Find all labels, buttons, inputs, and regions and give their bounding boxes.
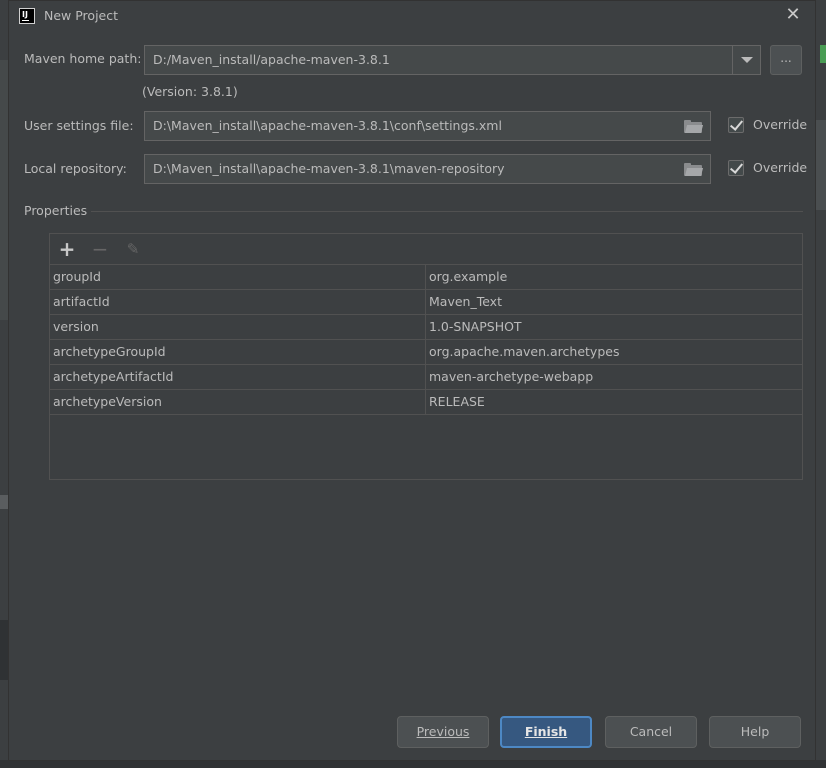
- remove-icon[interactable]: −: [90, 239, 110, 259]
- close-icon[interactable]: ✕: [785, 6, 801, 24]
- dialog-titlebar: IJ New Project ✕: [9, 1, 815, 31]
- maven-home-combobox[interactable]: D:/Maven_install/apache-maven-3.8.1: [144, 45, 761, 75]
- table-row[interactable]: artifactId Maven_Text: [50, 290, 802, 315]
- local-repository-value: D:\Maven_install\apache-maven-3.8.1\mave…: [153, 161, 505, 176]
- background-ide-panel: [816, 120, 826, 210]
- intellij-app-icon: IJ: [19, 8, 35, 24]
- table-row[interactable]: archetypeVersion RELEASE: [50, 390, 802, 415]
- folder-icon[interactable]: [684, 120, 704, 133]
- property-key[interactable]: artifactId: [50, 290, 426, 314]
- table-row[interactable]: groupId org.example: [50, 265, 802, 290]
- property-key[interactable]: archetypeArtifactId: [50, 365, 426, 389]
- maven-home-label-text: Maven home path:: [24, 51, 142, 66]
- app-icon-text: IJ: [22, 10, 28, 19]
- user-settings-override-label: Override: [753, 117, 808, 132]
- user-settings-value: D:\Maven_install\apache-maven-3.8.1\conf…: [153, 118, 502, 133]
- property-value[interactable]: 1.0-SNAPSHOT: [426, 315, 802, 339]
- maven-home-browse-button[interactable]: ...: [770, 45, 802, 75]
- maven-home-label: Maven home path:: [24, 51, 141, 66]
- background-ide-panel: [0, 495, 8, 509]
- property-key[interactable]: archetypeVersion: [50, 390, 426, 414]
- maven-home-value: D:/Maven_install/apache-maven-3.8.1: [153, 52, 390, 67]
- folder-icon[interactable]: [684, 163, 704, 176]
- property-key[interactable]: groupId: [50, 265, 426, 289]
- property-key[interactable]: version: [50, 315, 426, 339]
- maven-version-note: (Version: 3.8.1): [142, 84, 238, 99]
- property-value[interactable]: org.apache.maven.archetypes: [426, 340, 802, 364]
- properties-separator: [91, 211, 803, 212]
- table-row[interactable]: archetypeArtifactId maven-archetype-weba…: [50, 365, 802, 390]
- property-value[interactable]: org.example: [426, 265, 802, 289]
- previous-label: Previous: [416, 724, 470, 739]
- previous-button[interactable]: Previous: [397, 716, 489, 748]
- property-value[interactable]: Maven_Text: [426, 290, 802, 314]
- app-icon-bar: [22, 20, 29, 21]
- finish-button[interactable]: Finish: [500, 716, 592, 748]
- properties-toolbar: + − ✎: [50, 234, 802, 265]
- background-run-indicator: [820, 45, 826, 63]
- property-value[interactable]: RELEASE: [426, 390, 802, 414]
- help-button[interactable]: Help: [709, 716, 801, 748]
- chevron-down-icon[interactable]: [732, 46, 760, 74]
- finish-label: Finish: [524, 724, 568, 739]
- add-icon[interactable]: +: [57, 239, 77, 259]
- new-project-dialog: IJ New Project ✕ Maven home path: D:/Mav…: [8, 0, 816, 761]
- background-ide-panel: [0, 60, 8, 320]
- background-ide-panel: [0, 620, 8, 680]
- background-ide-right-edge: [816, 0, 826, 768]
- table-row[interactable]: archetypeGroupId org.apache.maven.archet…: [50, 340, 802, 365]
- dialog-title: New Project: [44, 8, 119, 23]
- property-key[interactable]: archetypeGroupId: [50, 340, 426, 364]
- local-repository-override-label: Override: [753, 160, 808, 175]
- local-repository-label: Local repository:: [24, 161, 127, 176]
- properties-table: + − ✎ groupId org.example artifactId Mav…: [49, 233, 803, 480]
- background-ide-bottom-edge: [0, 760, 826, 768]
- edit-icon[interactable]: ✎: [123, 239, 143, 259]
- properties-section-label: Properties: [24, 203, 88, 218]
- cancel-button[interactable]: Cancel: [605, 716, 697, 748]
- property-value[interactable]: maven-archetype-webapp: [426, 365, 802, 389]
- user-settings-field[interactable]: D:\Maven_install\apache-maven-3.8.1\conf…: [144, 111, 711, 141]
- user-settings-override-checkbox[interactable]: [728, 117, 744, 133]
- local-repository-field[interactable]: D:\Maven_install\apache-maven-3.8.1\mave…: [144, 154, 711, 184]
- background-ide-left-edge: [0, 0, 8, 768]
- local-repository-override-checkbox[interactable]: [728, 160, 744, 176]
- user-settings-label: User settings file:: [24, 118, 134, 133]
- table-row[interactable]: version 1.0-SNAPSHOT: [50, 315, 802, 340]
